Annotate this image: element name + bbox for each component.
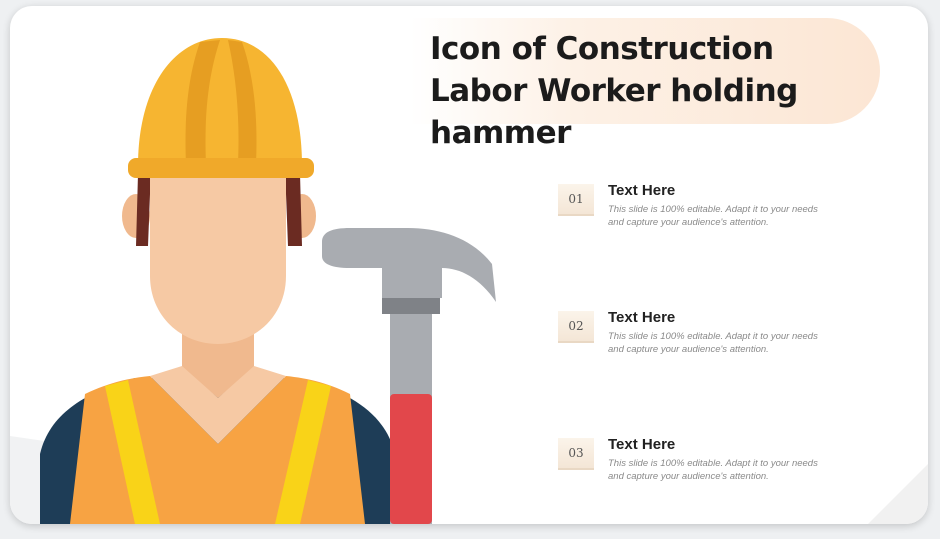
corner-decoration (868, 464, 928, 524)
hammer-band (382, 298, 440, 314)
item-heading: Text Here (608, 182, 676, 199)
slide: Icon of Construction Labor Worker holdin… (10, 6, 928, 524)
item-number: 03 (558, 438, 594, 470)
helmet-dome (138, 38, 302, 166)
item-number: 01 (558, 184, 594, 216)
construction-worker-icon (10, 38, 496, 524)
helmet-brim (128, 158, 314, 178)
item-heading: Text Here (608, 309, 676, 326)
item-heading: Text Here (608, 436, 676, 453)
item-description: This slide is 100% editable. Adapt it to… (608, 458, 818, 482)
item-number: 02 (558, 311, 594, 343)
hammer-grip (390, 394, 432, 524)
worker-face (150, 176, 286, 344)
item-description: This slide is 100% editable. Adapt it to… (608, 331, 818, 355)
hammer-head (322, 228, 496, 302)
item-description: This slide is 100% editable. Adapt it to… (608, 204, 818, 228)
